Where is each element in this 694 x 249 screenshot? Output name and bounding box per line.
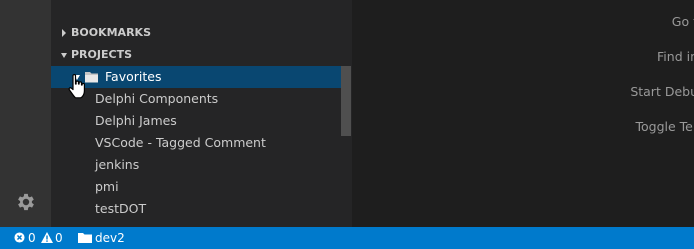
editor-hint-toggle-terminal: Toggle Ter <box>635 119 694 134</box>
projects-header-label: PROJECTS <box>71 48 132 61</box>
sidebar-scrollbar[interactable] <box>341 66 351 136</box>
chevron-down-icon <box>61 53 67 58</box>
project-item-label: Delphi Components <box>95 91 219 106</box>
warning-count: 0 <box>55 231 63 245</box>
project-item[interactable]: VSCode - Tagged Comment <box>51 132 341 154</box>
warning-icon <box>41 232 53 243</box>
project-item-favorites[interactable]: Favorites <box>51 66 341 88</box>
project-item-label: testDOT <box>95 201 147 216</box>
folder-icon <box>78 233 92 243</box>
project-item-label: VSCode - Tagged Comment <box>95 135 266 150</box>
error-count: 0 <box>28 231 36 245</box>
project-item-label: pmi <box>95 179 119 194</box>
bookmarks-section-header[interactable]: BOOKMARKS <box>51 22 352 44</box>
workspace-folder-label: dev2 <box>95 231 125 245</box>
project-item-label: jenkins <box>95 157 140 172</box>
bookmarks-header-label: BOOKMARKS <box>71 26 151 39</box>
editor-area: Go t Find in Start Debu Toggle Ter <box>352 0 694 227</box>
error-icon <box>14 232 25 243</box>
editor-hint-go-to: Go t <box>671 14 694 29</box>
project-item-label: Delphi James <box>95 113 177 128</box>
editor-hint-start-debug: Start Debu <box>630 84 694 99</box>
project-item[interactable]: pmi <box>51 176 341 198</box>
chevron-right-icon <box>62 29 66 37</box>
project-item[interactable]: Delphi Components <box>51 88 341 110</box>
hand-cursor-icon <box>68 74 85 99</box>
status-bar: 0 0 dev2 <box>0 227 694 249</box>
activity-bar <box>0 0 51 227</box>
project-item[interactable]: jenkins <box>51 154 341 176</box>
project-item[interactable]: Delphi James <box>51 110 341 132</box>
editor-hint-find-in: Find in <box>657 49 694 64</box>
gear-icon[interactable] <box>15 191 37 213</box>
projects-section-header[interactable]: PROJECTS <box>51 44 352 66</box>
project-item[interactable]: testDOT <box>51 198 341 220</box>
sidebar: BOOKMARKS PROJECTS Favorites Delphi Comp… <box>51 0 352 227</box>
project-item-label: Favorites <box>105 69 162 84</box>
